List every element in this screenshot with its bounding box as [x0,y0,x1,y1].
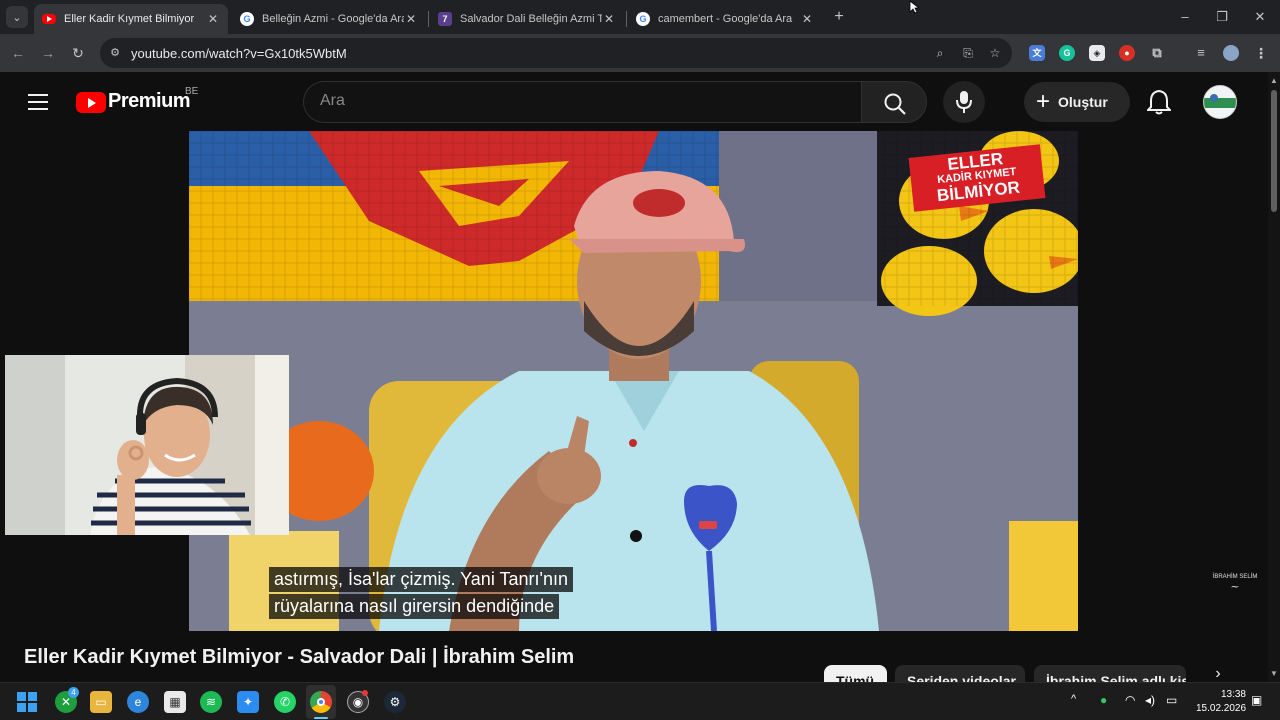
install-app-icon[interactable]: ⎘ [960,45,976,61]
active-indicator [314,717,328,719]
tab-search-menu-icon[interactable]: ⌄ [6,6,28,28]
app-bird-icon[interactable]: ✦ [237,691,259,713]
translate-extension-icon[interactable]: 文 [1029,45,1045,61]
zoom-icon[interactable]: ⌕ [932,45,948,61]
region-code: BE [185,86,199,97]
signature-scribble: ~ [1230,580,1240,593]
close-icon[interactable]: ✕ [404,12,418,26]
clock-date: 15.02.2026 [1196,703,1247,714]
record-extension-icon[interactable]: ● [1119,45,1135,61]
site-icon: 7 [438,12,452,26]
store-icon[interactable]: ▦ [164,691,186,713]
system-clock[interactable]: 13:38 15.02.2026 [1196,688,1246,716]
youtube-logo-icon[interactable] [76,92,106,113]
watermark-signature: İBRAHİM SELİM ~ [1212,574,1258,598]
scrollbar-thumb[interactable] [1271,90,1277,212]
notification-badge: 4 [68,687,79,698]
caption-line-2: rüyalarına nasıl girersin dendiğinde [269,594,560,619]
profile-avatar-icon[interactable] [1223,45,1239,61]
address-url[interactable]: youtube.com/watch?v=Gx10tk5WbtM [131,46,347,61]
new-tab-plus-icon[interactable]: + [830,8,848,26]
reload-icon[interactable]: ↻ [68,43,88,63]
whatsapp-icon[interactable]: ✆ [274,691,296,713]
puzzle-extensions-icon[interactable]: ⧉ [1149,45,1165,61]
close-icon[interactable]: ✕ [800,12,814,26]
browser-toolbar: ← → ↻ ⚙ youtube.com/watch?v=Gx10tk5WbtM … [0,34,1280,72]
video-player[interactable]: ELLER KADİR KIYMET BİLMİYOR astırmış, İs… [189,131,1078,631]
video-title: Eller Kadir Kıymet Bilmiyor - Salvador D… [24,646,575,668]
scroll-up-arrow-icon[interactable]: ▲ [1270,76,1278,85]
notifications-bell-icon[interactable] [1147,89,1171,115]
close-icon[interactable]: ✕ [602,12,616,26]
kebab-menu-icon[interactable]: ⋮ [1253,45,1269,61]
file-explorer-icon[interactable]: ▭ [90,691,112,713]
tab-title: Belleğin Azmi - Google'da Ara [262,13,404,25]
tab-divider [626,11,627,27]
tab-title: camembert - Google'da Ara [658,13,793,25]
webcam-frame [5,355,289,535]
youtube-icon [42,14,56,24]
chrome-icon[interactable] [310,691,332,713]
page-scrollbar[interactable]: ▲ ▼ [1268,72,1280,682]
avatar-dot [1210,94,1218,102]
mouse-cursor-icon [909,0,919,14]
notification-bell-icon[interactable]: ▣ [1251,693,1262,707]
site-settings-icon[interactable]: ⚙ [108,46,122,60]
clock-time: 13:38 [1220,689,1246,700]
tab-salvador-dali[interactable]: 7 Salvador Dali Belleğin Azmi Tab ✕ [430,4,624,34]
steam-icon[interactable]: ⚙ [384,691,406,713]
spotify-icon[interactable]: ≋ [200,691,222,713]
tab-title: Eller Kadir Kıymet Bilmiyor [64,13,195,25]
hamburger-menu-icon[interactable] [28,94,48,110]
tab-bellegin-azmi[interactable]: G Belleğin Azmi - Google'da Ara ✕ [232,4,426,34]
microphone-tray-icon[interactable]: ● [1100,693,1107,707]
plus-icon: + [1036,88,1051,115]
back-arrow-icon[interactable]: ← [8,43,28,63]
google-icon: G [240,12,254,26]
search-box [303,81,861,123]
browser-tab-bar: ⌄ Eller Kadir Kıymet Bilmiyor ✕ G Belleğ… [0,0,1280,34]
window-close-icon[interactable]: ✕ [1251,8,1269,26]
google-icon: G [636,12,650,26]
tab-divider [428,11,429,27]
caption-line-1: astırmış, İsa'lar çizmiş. Yani Tanrı'nın [269,567,573,592]
extension-icon[interactable]: ◈ [1089,45,1105,61]
scroll-down-arrow-icon[interactable]: ▼ [1270,669,1278,678]
search-button[interactable] [861,81,927,123]
tab-camembert[interactable]: G camembert - Google'da Ara ✕ [628,4,822,34]
chevron-up-icon[interactable]: ^ [1071,693,1076,705]
avatar-band [1204,98,1236,108]
search-icon [884,93,906,115]
chevron-right-icon[interactable]: › [1208,666,1228,682]
voice-search-button[interactable] [943,81,985,123]
windows-start-icon[interactable] [16,691,38,713]
edge-browser-icon[interactable]: e [127,691,149,713]
battery-icon[interactable]: ▭ [1166,693,1177,707]
youtube-header: Premium BE + Oluştur [0,72,1268,132]
close-icon[interactable]: ✕ [206,12,220,26]
search-input[interactable] [320,92,840,110]
account-avatar[interactable] [1203,85,1237,119]
windows-taskbar: ✕ 4 ▭ e ▦ ≋ ✦ ✆ ◉ ⚙ ^ ● ◠ ◂) ▭ 13:38 15.… [0,682,1280,720]
restore-icon[interactable]: ❐ [1213,8,1231,26]
reading-list-icon[interactable]: ≡ [1193,45,1209,61]
grammarly-extension-icon[interactable]: G [1059,45,1075,61]
bookmark-star-icon[interactable]: ☆ [987,45,1003,61]
wifi-icon[interactable]: ◠ [1125,693,1135,707]
tab-title: Salvador Dali Belleğin Azmi Tab [460,13,602,25]
minimize-icon[interactable]: – [1176,8,1194,26]
create-button[interactable]: + Oluştur [1024,82,1130,122]
microphone-icon [956,91,972,113]
logo-text[interactable]: Premium [108,90,191,113]
volume-icon[interactable]: ◂) [1145,693,1155,707]
forward-arrow-icon[interactable]: → [38,43,58,63]
tab-eller-kadir[interactable]: Eller Kadir Kıymet Bilmiyor ✕ [34,4,228,34]
address-bar[interactable]: ⚙ youtube.com/watch?v=Gx10tk5WbtM ⌕ ⎘ ☆ [100,38,1012,68]
create-label: Oluştur [1058,94,1108,110]
recording-dot [362,690,368,696]
webcam-overlay [5,355,289,535]
